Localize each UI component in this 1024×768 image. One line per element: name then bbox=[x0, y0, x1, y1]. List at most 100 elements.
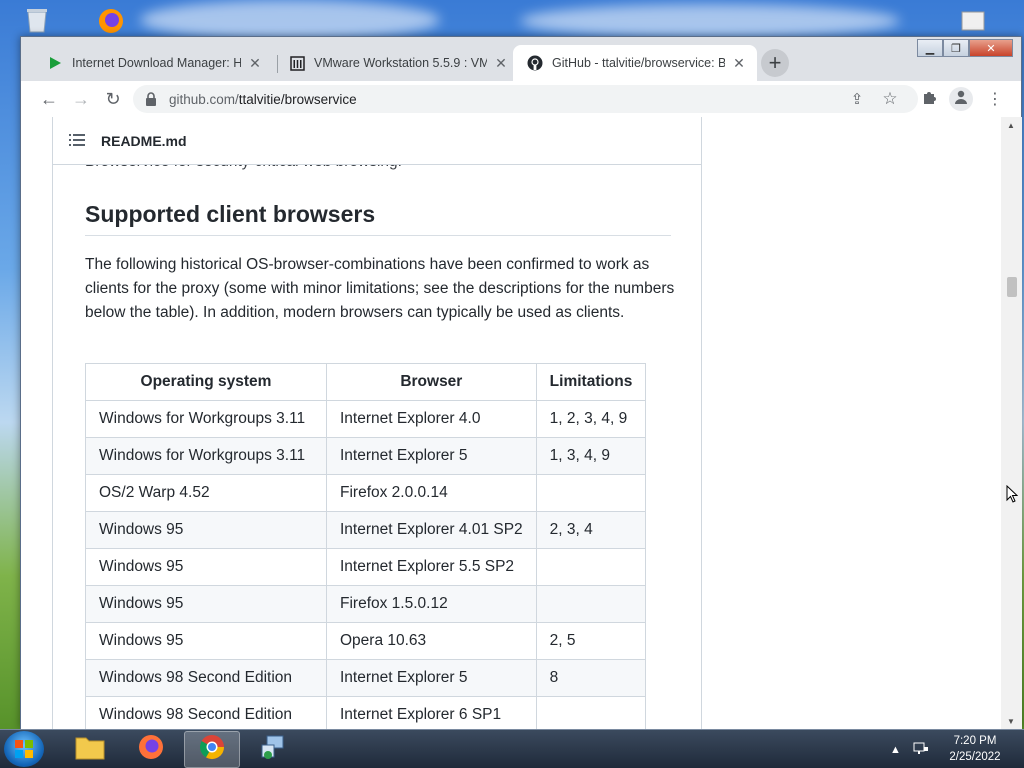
lock-icon bbox=[145, 92, 159, 106]
back-arrow-icon: ← bbox=[40, 88, 58, 109]
table-cell: Windows 98 Second Edition bbox=[85, 696, 327, 729]
vertical-scrollbar[interactable]: ▲ ▼ bbox=[1001, 117, 1022, 729]
close-icon: ✕ bbox=[986, 42, 996, 55]
table-row: Windows for Workgroups 3.11 Internet Exp… bbox=[85, 400, 647, 438]
column-header: Browser bbox=[326, 363, 537, 401]
outline-list-icon[interactable] bbox=[69, 133, 85, 149]
recycle-bin-icon[interactable] bbox=[22, 4, 52, 34]
clock-time: 7:20 PM bbox=[953, 735, 997, 747]
readme-filename: README.md bbox=[101, 132, 187, 149]
table-row: Windows for Workgroups 3.11 Internet Exp… bbox=[85, 437, 647, 475]
tab-strip: Internet Download Manager: Hig ✕ VMware … bbox=[21, 37, 1021, 81]
table-cell: 1, 2, 3, 4, 9 bbox=[535, 400, 647, 438]
table-header-row: Operating system Browser Limitations bbox=[85, 363, 647, 401]
table-cell: Windows 98 Second Edition bbox=[85, 659, 327, 697]
table-cell: Internet Explorer 4.0 bbox=[326, 400, 537, 438]
intro-paragraph: The following historical OS-browser-comb… bbox=[85, 256, 675, 321]
tab-title: VMware Workstation 5.5.9 : VMW bbox=[314, 56, 487, 70]
address-bar[interactable]: github.com/ttalvitie/browservice bbox=[133, 85, 918, 113]
tab-github[interactable]: GitHub - ttalvitie/browservice: Br ✕ bbox=[513, 45, 757, 81]
table-cell bbox=[535, 696, 647, 729]
table-row: Windows 98 Second Edition Internet Explo… bbox=[85, 696, 647, 729]
tab-idm[interactable]: Internet Download Manager: Hig ✕ bbox=[33, 45, 273, 81]
readme-header: README.md bbox=[53, 117, 701, 165]
readme-container: Browservice for security-critical web br… bbox=[52, 117, 702, 729]
folder-icon bbox=[75, 734, 105, 765]
close-icon[interactable]: ✕ bbox=[493, 55, 509, 72]
star-icon: ☆ bbox=[882, 89, 898, 108]
close-icon[interactable]: ✕ bbox=[247, 55, 263, 72]
tab-vmware[interactable]: VMware Workstation 5.5.9 : VMW ✕ bbox=[275, 45, 519, 81]
system-tray: ▲ bbox=[890, 730, 929, 768]
forward-arrow-icon: → bbox=[72, 88, 90, 109]
bookmark-button[interactable]: ☆ bbox=[878, 87, 902, 111]
table-cell: Internet Explorer 5 bbox=[326, 437, 537, 475]
table-cell bbox=[535, 585, 647, 623]
column-header: Operating system bbox=[85, 363, 327, 401]
clock-date: 2/25/2022 bbox=[949, 751, 1001, 763]
archive-building-icon bbox=[289, 55, 305, 71]
window-close-button[interactable]: ✕ bbox=[969, 39, 1013, 57]
windows-logo-icon bbox=[15, 740, 33, 763]
taskbar: ▲ 7:20 PM 2/25/2022 bbox=[0, 729, 1024, 768]
column-header: Limitations bbox=[535, 363, 647, 401]
table-cell bbox=[535, 548, 647, 586]
browser-window: Internet Download Manager: Hig ✕ VMware … bbox=[20, 36, 1022, 729]
table-cell bbox=[535, 474, 647, 512]
table-cell: 1, 3, 4, 9 bbox=[535, 437, 647, 475]
network-status-icon[interactable] bbox=[913, 741, 929, 758]
github-icon bbox=[527, 55, 543, 71]
reload-button[interactable]: ↻ bbox=[101, 87, 125, 111]
taskbar-firefox[interactable] bbox=[123, 731, 179, 768]
close-icon[interactable]: ✕ bbox=[731, 55, 747, 72]
scrollbar-thumb[interactable] bbox=[1007, 277, 1017, 297]
system-clock[interactable]: 7:20 PM 2/25/2022 bbox=[935, 733, 1015, 765]
table-cell: 2, 5 bbox=[535, 622, 647, 660]
firefox-icon bbox=[137, 733, 165, 766]
table-cell: Windows 95 bbox=[85, 585, 327, 623]
section-heading: Supported client browsers bbox=[85, 201, 376, 227]
show-hidden-icons-icon[interactable]: ▲ bbox=[890, 744, 901, 756]
share-button[interactable]: ⇪ bbox=[845, 87, 869, 111]
desktop-shortcut-icon[interactable] bbox=[958, 8, 988, 38]
extensions-button[interactable] bbox=[917, 87, 941, 111]
menu-button[interactable]: ⋮ bbox=[983, 87, 1007, 111]
table-cell: Windows 95 bbox=[85, 622, 327, 660]
table-cell: Windows 95 bbox=[85, 548, 327, 586]
browser-table: Operating system Browser Limitations Win… bbox=[85, 363, 647, 729]
table-row: Windows 95 Internet Explorer 5.5 SP2 bbox=[85, 548, 647, 586]
minimize-button[interactable]: ▁ bbox=[917, 39, 943, 57]
tab-title: GitHub - ttalvitie/browservice: Br bbox=[552, 56, 725, 70]
table-row: Windows 95 Firefox 1.5.0.12 bbox=[85, 585, 647, 623]
table-cell: 2, 3, 4 bbox=[535, 511, 647, 549]
forward-button[interactable]: → bbox=[69, 87, 93, 111]
table-cell: Internet Explorer 6 SP1 bbox=[326, 696, 537, 729]
table-cell: Internet Explorer 5.5 SP2 bbox=[326, 548, 537, 586]
browser-toolbar: ← → ↻ github.com/ttalvitie/browservice ⇪… bbox=[21, 81, 1021, 117]
back-button[interactable]: ← bbox=[37, 87, 61, 111]
new-tab-button[interactable]: + bbox=[761, 49, 789, 77]
share-icon: ⇪ bbox=[850, 91, 864, 108]
table-cell: Firefox 2.0.0.14 bbox=[326, 474, 537, 512]
taskbar-chrome[interactable] bbox=[184, 731, 240, 768]
profile-icon bbox=[953, 89, 969, 110]
table-cell: Windows 95 bbox=[85, 511, 327, 549]
taskbar-explorer[interactable] bbox=[62, 731, 118, 768]
table-row: Windows 95 Opera 10.63 2, 5 bbox=[85, 622, 647, 660]
plus-icon: + bbox=[768, 50, 782, 75]
taskbar-network-app[interactable] bbox=[245, 731, 301, 768]
puzzle-icon bbox=[921, 89, 937, 110]
minimize-icon: ▁ bbox=[925, 42, 935, 55]
profile-button[interactable] bbox=[949, 87, 973, 111]
table-cell: Internet Explorer 5 bbox=[326, 659, 537, 697]
scroll-up-icon[interactable]: ▲ bbox=[1007, 121, 1015, 130]
scroll-down-icon[interactable]: ▼ bbox=[1007, 717, 1015, 726]
maximize-button[interactable]: ❐ bbox=[943, 39, 969, 57]
table-cell: 8 bbox=[535, 659, 647, 697]
restore-icon: ❐ bbox=[951, 42, 961, 55]
start-button[interactable] bbox=[4, 731, 44, 767]
table-cell: Internet Explorer 4.01 SP2 bbox=[326, 511, 537, 549]
firefox-desktop-icon[interactable] bbox=[96, 6, 126, 36]
table-cell: Windows for Workgroups 3.11 bbox=[85, 437, 327, 475]
heading-divider bbox=[85, 235, 671, 236]
